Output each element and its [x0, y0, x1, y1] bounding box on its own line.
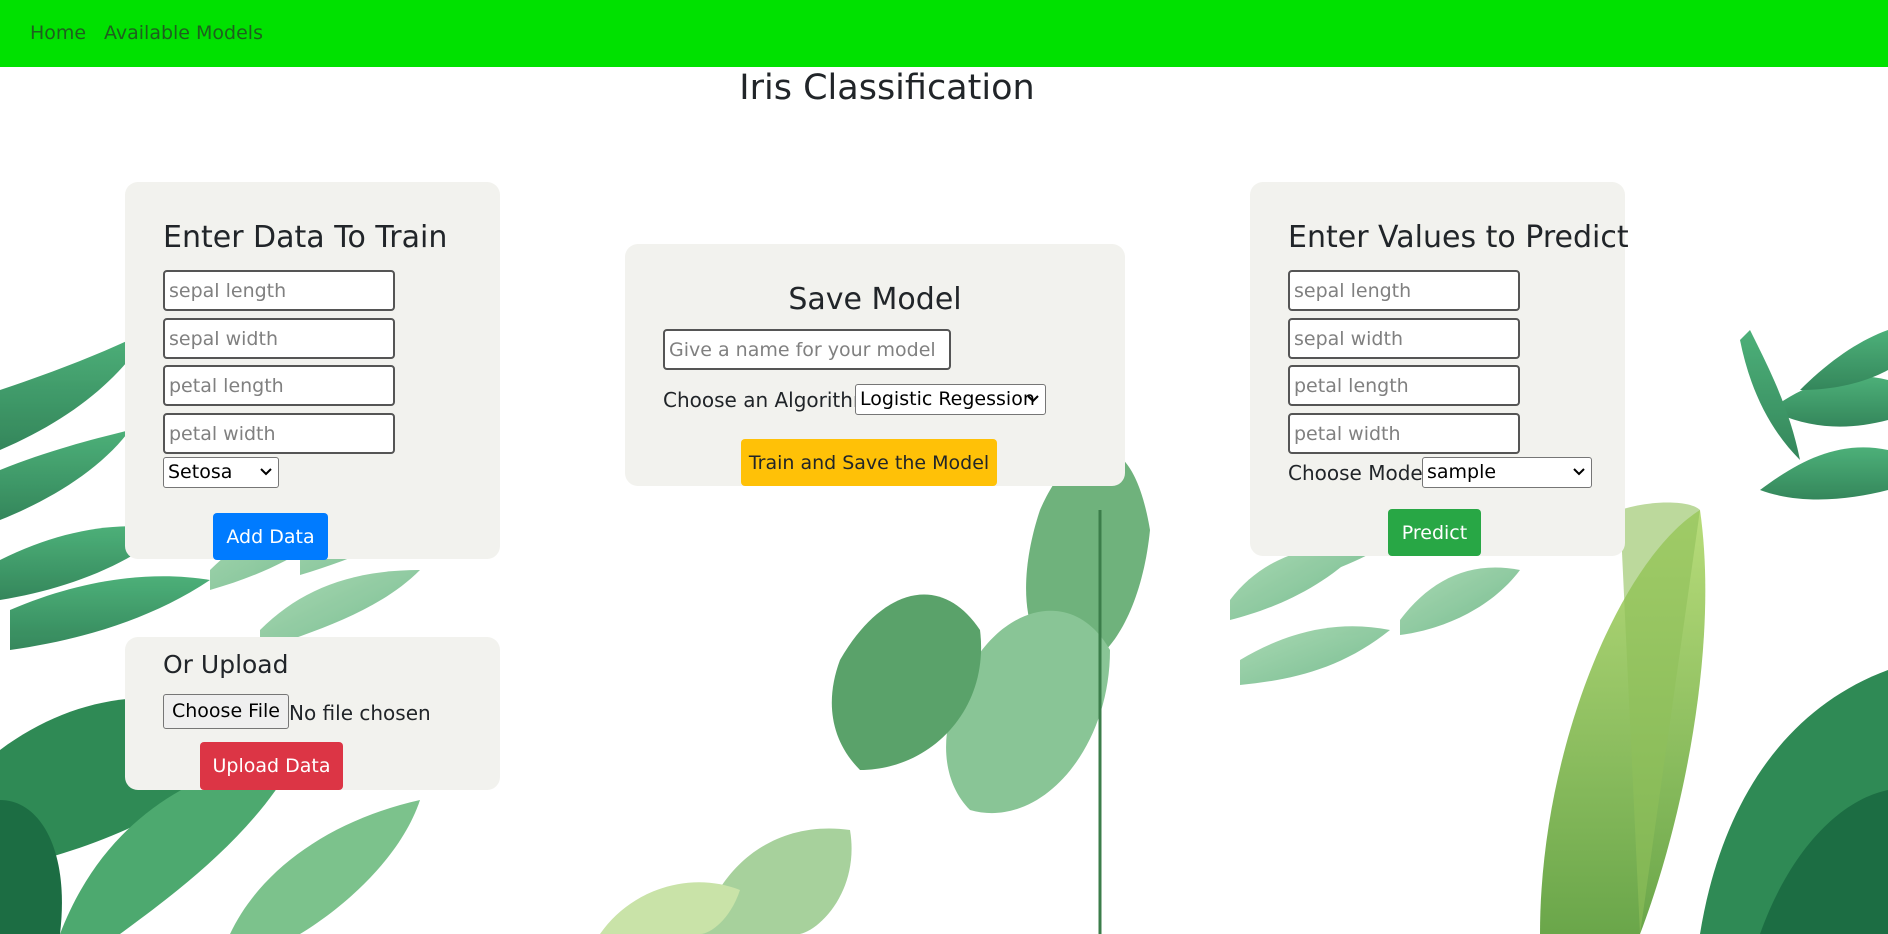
chevron-down-icon [1573, 468, 1585, 476]
predict-petal-length-input[interactable] [1288, 365, 1520, 406]
upload-data-button[interactable]: Upload Data [200, 742, 343, 790]
chevron-down-icon [260, 468, 272, 476]
nav-link-home[interactable]: Home [30, 22, 86, 44]
choose-model-label: Choose Model [1288, 461, 1429, 485]
page-title: Iris Classification [739, 68, 1035, 108]
algorithm-select-value: Logistic Regession [860, 388, 1035, 410]
upload-card-heading: Or Upload [163, 650, 289, 679]
model-select[interactable]: sample [1422, 457, 1592, 488]
algorithm-select[interactable]: Logistic Regession [855, 384, 1046, 415]
predict-petal-width-input[interactable] [1288, 413, 1520, 454]
predict-button[interactable]: Predict [1388, 509, 1481, 556]
navbar: Home Available Models [0, 0, 1888, 67]
upload-data-card: Or Upload Choose File No file chosen Upl… [125, 637, 500, 790]
nav-link-available-models[interactable]: Available Models [104, 22, 263, 44]
predict-sepal-length-input[interactable] [1288, 270, 1520, 311]
species-select[interactable]: Setosa [163, 457, 279, 488]
train-card-heading: Enter Data To Train [163, 220, 448, 255]
train-save-model-button[interactable]: Train and Save the Model [741, 439, 997, 486]
train-data-card: Enter Data To Train Setosa Add Data [125, 182, 500, 560]
train-petal-width-input[interactable] [163, 413, 395, 454]
file-status-text: No file chosen [289, 701, 431, 725]
predict-card: Enter Values to Predict Choose Model sam… [1250, 182, 1629, 556]
train-sepal-width-input[interactable] [163, 318, 395, 359]
species-select-value: Setosa [168, 461, 233, 483]
chevron-down-icon [1027, 395, 1039, 403]
train-sepal-length-input[interactable] [163, 270, 395, 311]
predict-sepal-width-input[interactable] [1288, 318, 1520, 359]
model-name-input[interactable] [663, 329, 951, 370]
predict-card-heading: Enter Values to Predict [1288, 220, 1629, 255]
add-data-button[interactable]: Add Data [213, 513, 328, 560]
save-card-heading: Save Model [788, 282, 962, 317]
algorithm-label: Choose an Algorithm [663, 388, 873, 412]
model-select-value: sample [1427, 461, 1497, 483]
choose-file-button[interactable]: Choose File [163, 694, 289, 729]
save-model-card: Save Model Choose an Algorithm Logistic … [625, 244, 1125, 486]
train-petal-length-input[interactable] [163, 365, 395, 406]
